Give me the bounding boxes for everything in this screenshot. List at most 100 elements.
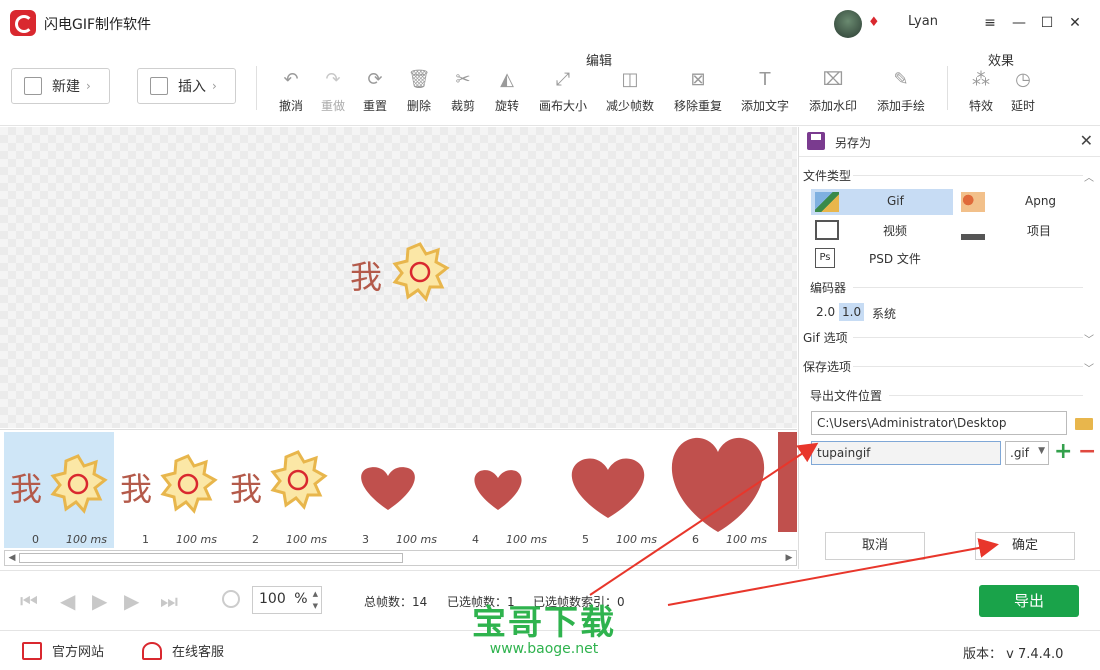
frame-thumb[interactable]: 我 0 100 ms: [4, 432, 114, 548]
version-label: 版本： v 7.4.4.0: [963, 647, 1064, 662]
rotate-label: 旋转: [494, 99, 519, 113]
frame-number: 4: [472, 533, 479, 546]
film-icon: [815, 220, 839, 240]
remove-duplicates-button[interactable]: ⊠ 移除重复: [668, 68, 728, 114]
gif-options-header[interactable]: Gif 选项: [803, 329, 848, 346]
frame-number: 3: [362, 533, 369, 546]
codec-1-0[interactable]: 1.0: [839, 303, 865, 321]
online-support-link[interactable]: 在线客服: [142, 641, 224, 660]
add-drawing-button[interactable]: ✎ 添加手绘: [871, 68, 931, 114]
new-button[interactable]: 新建 ›: [11, 68, 110, 104]
chevron-down-icon[interactable]: ﹀: [1084, 360, 1094, 375]
chevron-down-icon: ▼: [1038, 446, 1045, 456]
prev-frame-icon[interactable]: ◀: [60, 589, 75, 613]
filename-field[interactable]: tupaingif: [811, 441, 1001, 465]
avatar[interactable]: [834, 10, 862, 38]
official-website-link[interactable]: 官方网站: [22, 641, 104, 660]
export-path-field[interactable]: C:\Users\Administrator\Desktop: [811, 411, 1067, 435]
watermark-text: 宝哥下载: [472, 603, 616, 643]
frame-delay: 100 ms: [286, 533, 327, 546]
spinner-icon[interactable]: ▲ ▼: [313, 588, 318, 612]
file-type-video[interactable]: 视频: [811, 217, 953, 243]
frame-thumb[interactable]: 我 1 100 ms: [114, 432, 224, 548]
next-frame-icon[interactable]: ▶: [124, 589, 139, 613]
toolbar: 新建 › 插入 › 编辑 效果 ↶ 撤消 ↷ 重做 ⟳ 重置 🗑 删除 ✂ 裁剪 ◭ 旋转 …: [0, 46, 1100, 126]
scrollbar-thumb[interactable]: [19, 553, 403, 563]
plus-icon[interactable]: +: [1054, 440, 1072, 464]
file-type-psd[interactable]: Ps PSD 文件: [811, 245, 953, 271]
toolbar-divider: [256, 66, 257, 110]
frame-thumb-partial[interactable]: [778, 432, 797, 532]
add-watermark-button[interactable]: ⌧ 添加水印: [803, 68, 863, 114]
frame-thumb[interactable]: 6 100 ms: [664, 432, 774, 548]
reduce-frames-button[interactable]: ◫ 减少帧数: [600, 68, 660, 114]
minimize-button[interactable]: —: [1008, 12, 1030, 34]
rotate-button[interactable]: ◭ 旋转: [477, 68, 537, 114]
text-icon: T: [759, 69, 771, 90]
first-frame-icon[interactable]: ⏮: [20, 589, 38, 613]
file-type-apng[interactable]: Apng: [957, 189, 1087, 215]
extension-value: .gif: [1010, 446, 1029, 460]
play-icon[interactable]: ▶: [92, 589, 107, 613]
remove-duplicate-icon: ⊠: [690, 69, 706, 90]
folder-icon[interactable]: [1075, 418, 1093, 430]
scroll-left-icon[interactable]: ◀: [5, 551, 19, 565]
codec-system[interactable]: 系统: [869, 303, 899, 324]
divider: [853, 366, 1083, 367]
menu-icon[interactable]: ≡: [979, 12, 1001, 34]
add-watermark-label: 添加水印: [808, 99, 857, 113]
zoom-unit: %: [294, 591, 308, 607]
heart-image: [671, 437, 765, 532]
frame-image: 我: [230, 450, 328, 510]
maximize-button[interactable]: ☐: [1036, 12, 1058, 34]
frames-scrollbar[interactable]: ◀ ▶: [4, 550, 797, 566]
cancel-button[interactable]: 取消: [825, 532, 925, 560]
insert-button-label: 插入: [178, 79, 206, 95]
minus-icon[interactable]: −: [1078, 440, 1096, 464]
chevron-down-icon[interactable]: ﹀: [1084, 331, 1094, 346]
frame-thumb[interactable]: 我 2 100 ms: [224, 432, 334, 548]
scroll-right-icon[interactable]: ▶: [782, 551, 796, 565]
add-text-button[interactable]: T 添加文字: [735, 68, 795, 114]
codec-2-0[interactable]: 2.0: [813, 303, 838, 321]
title-bar: 闪电GIF制作软件 ♦ Lyan ≡ — ☐ ✕: [0, 0, 1100, 46]
timer-icon: ◷: [1015, 69, 1031, 90]
close-button[interactable]: ✕: [1064, 12, 1086, 34]
delay-button[interactable]: ◷ 延时: [993, 68, 1053, 114]
canvas-size-button[interactable]: ⤢ 画布大小: [533, 68, 593, 114]
ok-button[interactable]: 确定: [975, 532, 1075, 560]
frame-delay: 100 ms: [66, 533, 107, 546]
frame-thumb[interactable]: 3 100 ms: [334, 432, 444, 548]
app-logo-icon: [10, 10, 36, 36]
person-icon: [142, 641, 162, 660]
heart-image: [361, 467, 415, 510]
last-frame-icon[interactable]: ⏭: [160, 589, 178, 613]
export-location-header: 导出文件位置: [810, 389, 883, 403]
username[interactable]: Lyan: [908, 14, 938, 29]
gif-label: Gif: [887, 194, 904, 208]
online-support-label: 在线客服: [172, 645, 225, 660]
preview-canvas[interactable]: 我: [0, 127, 797, 428]
extension-select[interactable]: .gif ▼: [1005, 441, 1049, 465]
edit-group-label: 编辑: [586, 54, 613, 69]
zoom-input[interactable]: 100 % ▲ ▼: [252, 586, 322, 614]
save-as-panel: 另存为 ✕ 文件类型 ︿ Gif Apng 视频 项目 Ps PSD 文件 编码…: [798, 127, 1100, 569]
export-button[interactable]: 导出: [979, 585, 1079, 617]
frame-image: 我: [10, 454, 108, 514]
frame-delay: 100 ms: [396, 533, 437, 546]
close-icon[interactable]: ✕: [1080, 131, 1093, 150]
remove-duplicates-label: 移除重复: [673, 99, 722, 113]
save-options-header[interactable]: 保存选项: [803, 358, 851, 375]
file-type-gif[interactable]: Gif: [811, 189, 953, 215]
watermark-url: www.baoge.net: [489, 641, 599, 657]
add-drawing-label: 添加手绘: [876, 99, 925, 113]
file-type-header[interactable]: 文件类型: [803, 167, 851, 184]
divider: [853, 175, 1083, 176]
frame-thumb[interactable]: 4 100 ms: [444, 432, 554, 548]
insert-button[interactable]: 插入 ›: [137, 68, 236, 104]
chevron-up-icon[interactable]: ︿: [1084, 169, 1094, 184]
project-icon: [961, 220, 985, 240]
frame-thumb[interactable]: 5 100 ms: [554, 432, 664, 548]
effect-group-label: 效果: [988, 54, 1015, 69]
file-type-project[interactable]: 项目: [957, 217, 1087, 243]
